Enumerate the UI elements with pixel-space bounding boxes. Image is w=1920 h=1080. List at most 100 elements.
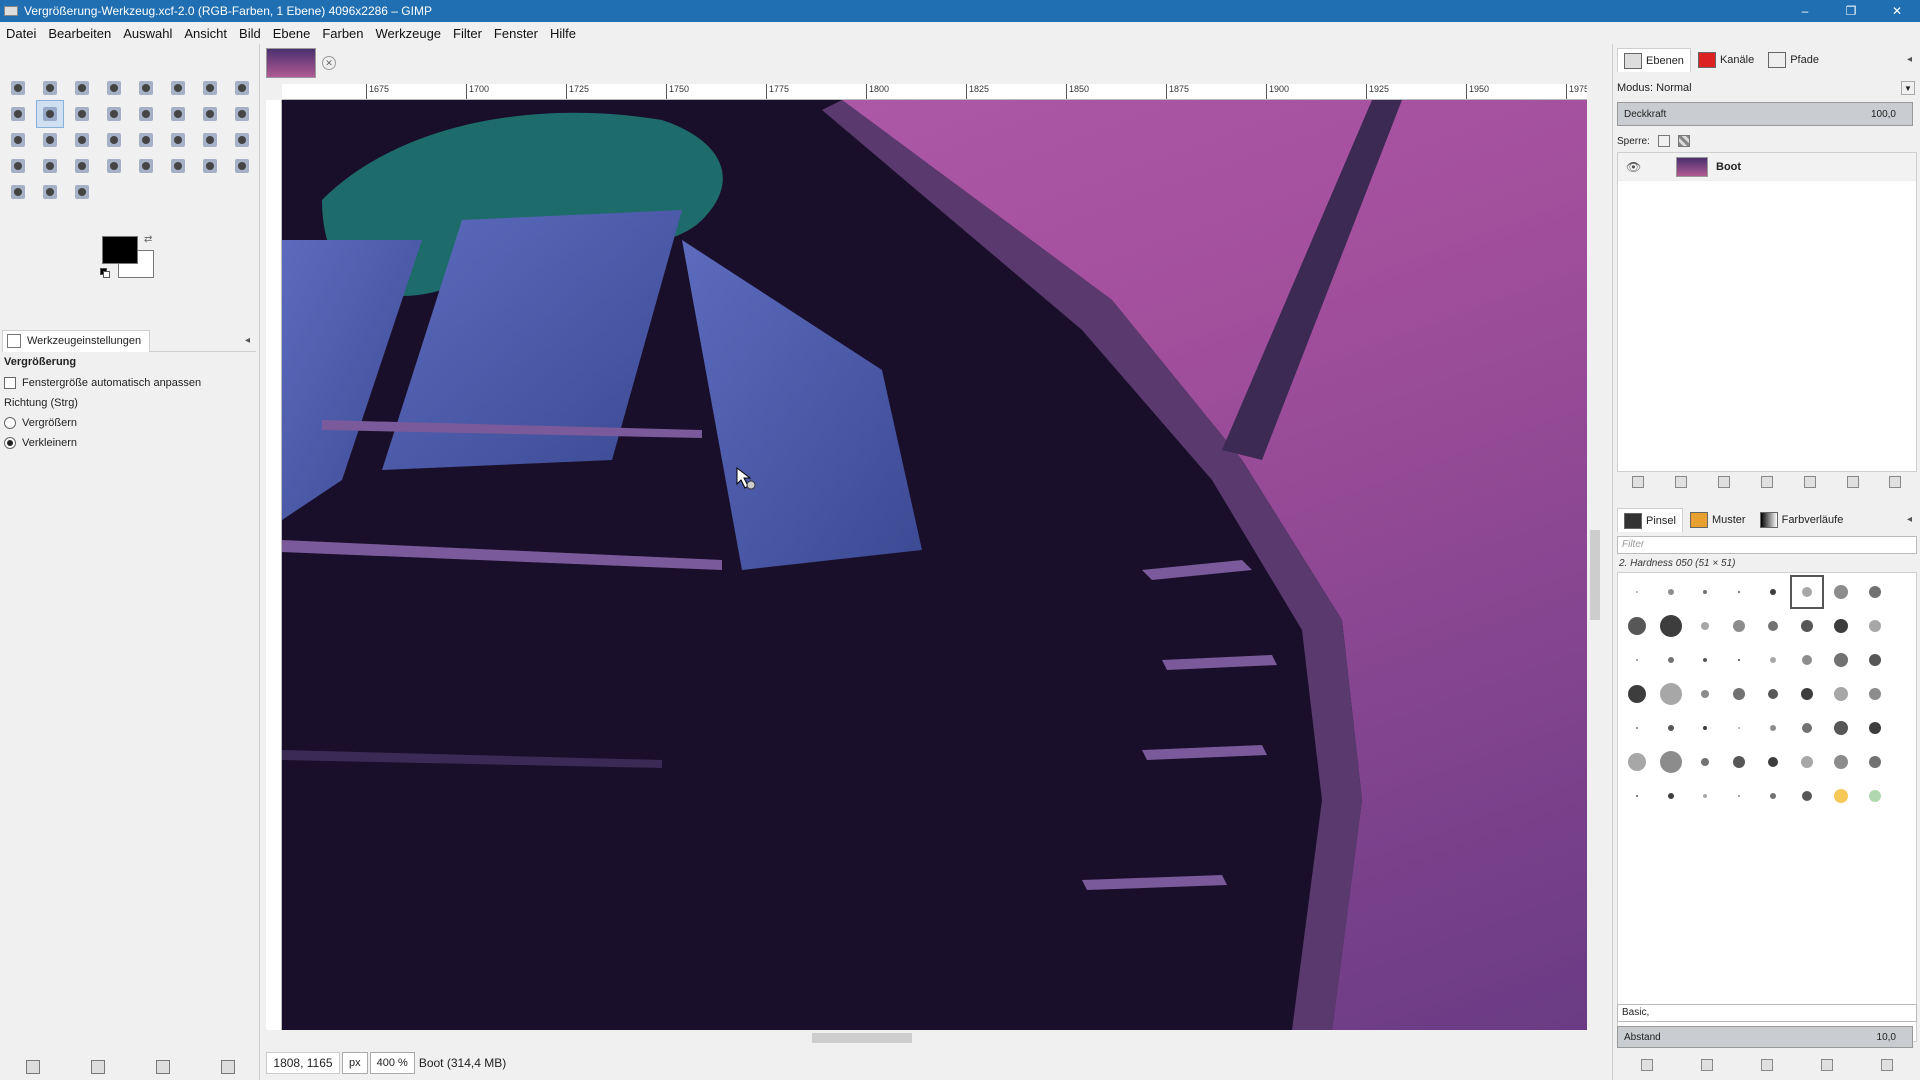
eraser-tool-icon[interactable] — [68, 152, 96, 180]
brush-preset-select[interactable]: Basic, — [1617, 1004, 1917, 1022]
gradient-tool-icon[interactable] — [228, 126, 256, 154]
panel-menu-icon[interactable]: ◂ — [1907, 54, 1912, 65]
zoom-tool-icon[interactable] — [36, 100, 64, 128]
menu-hilfe[interactable]: Hilfe — [544, 26, 582, 41]
brush-preset-cell[interactable] — [1654, 711, 1688, 745]
airbrush-tool-icon[interactable] — [100, 152, 128, 180]
dodge-burn-tool-icon[interactable] — [68, 178, 96, 206]
ink-tool-icon[interactable] — [132, 152, 160, 180]
brush-preset-cell[interactable] — [1722, 745, 1756, 779]
brush-preset-cell[interactable] — [1756, 745, 1790, 779]
brush-preset-cell[interactable] — [1688, 643, 1722, 677]
color-picker-tool-icon[interactable] — [4, 100, 32, 128]
brush-preset-cell[interactable] — [1790, 677, 1824, 711]
by-color-select-tool-icon[interactable] — [132, 74, 160, 102]
anchor-layer-icon[interactable] — [1846, 476, 1859, 488]
paintbrush-tool-icon[interactable] — [36, 152, 64, 180]
blur-tool-icon[interactable] — [4, 178, 32, 206]
brush-preset-cell[interactable] — [1756, 575, 1790, 609]
brush-preset-cell[interactable] — [1858, 575, 1892, 609]
brush-preset-cell[interactable] — [1858, 643, 1892, 677]
brush-preset-cell[interactable] — [1722, 711, 1756, 745]
brush-preset-cell[interactable] — [1654, 779, 1688, 813]
image-canvas[interactable] — [282, 100, 1587, 1030]
zoom-select[interactable]: 400 % — [369, 1052, 415, 1074]
smudge-tool-icon[interactable] — [36, 178, 64, 206]
brush-preset-cell[interactable] — [1756, 779, 1790, 813]
brush-preset-cell[interactable] — [1858, 677, 1892, 711]
image-thumbnail[interactable] — [266, 48, 316, 78]
lock-alpha-icon[interactable] — [1677, 135, 1690, 147]
spacing-slider[interactable]: Abstand 10,0 — [1617, 1026, 1913, 1048]
brush-preset-cell[interactable] — [1756, 711, 1790, 745]
minimize-button[interactable]: – — [1782, 0, 1828, 22]
menu-ansicht[interactable]: Ansicht — [178, 26, 233, 41]
paths-tool-icon[interactable] — [228, 74, 256, 102]
tab-patterns[interactable]: Muster — [1683, 508, 1753, 532]
brush-preset-cell[interactable] — [1620, 643, 1654, 677]
brush-preset-cell[interactable] — [1790, 779, 1824, 813]
lock-pixels-icon[interactable] — [1657, 135, 1670, 147]
brush-preset-cell[interactable] — [1858, 779, 1892, 813]
flip-tool-icon[interactable] — [100, 126, 128, 154]
brush-preset-cell[interactable] — [1688, 609, 1722, 643]
measure-tool-icon[interactable] — [68, 100, 96, 128]
brush-preset-cell[interactable] — [1654, 745, 1688, 779]
unit-select[interactable]: px — [342, 1052, 368, 1074]
brush-preset-cell[interactable] — [1620, 677, 1654, 711]
brush-preset-cell[interactable] — [1790, 643, 1824, 677]
layer-row[interactable]: 👁 Boot — [1618, 153, 1916, 181]
pencil-tool-icon[interactable] — [4, 152, 32, 180]
brush-preset-cell[interactable] — [1824, 711, 1858, 745]
brush-preset-cell[interactable] — [1858, 609, 1892, 643]
brush-preset-cell[interactable] — [1688, 677, 1722, 711]
raise-layer-icon[interactable] — [1718, 476, 1731, 488]
opacity-slider[interactable]: Deckkraft 100,0 — [1617, 102, 1913, 126]
brush-preset-cell[interactable] — [1722, 677, 1756, 711]
menu-farben[interactable]: Farben — [316, 26, 369, 41]
zoom-out-option[interactable]: Verkleinern — [4, 434, 254, 452]
horizontal-ruler[interactable]: 1675 1700 1725 1750 1775 1800 1825 1850 1875 1900… — [282, 84, 1587, 100]
brush-preset-cell[interactable] — [1824, 609, 1858, 643]
tab-gradients[interactable]: Farbverläufe — [1753, 508, 1851, 532]
brush-preset-cell[interactable] — [1688, 745, 1722, 779]
menu-fenster[interactable]: Fenster — [488, 26, 544, 41]
menu-ebene[interactable]: Ebene — [267, 26, 317, 41]
horizontal-scroll-thumb[interactable] — [812, 1033, 912, 1043]
lower-layer-icon[interactable] — [1760, 476, 1773, 488]
brush-preset-cell[interactable] — [1654, 643, 1688, 677]
zoom-in-option[interactable]: Vergrößern — [4, 414, 254, 432]
menu-auswahl[interactable]: Auswahl — [117, 26, 178, 41]
brush-preset-cell[interactable] — [1722, 575, 1756, 609]
brush-preset-cell[interactable] — [1688, 711, 1722, 745]
shear-tool-icon[interactable] — [36, 126, 64, 154]
brush-preset-cell[interactable] — [1824, 745, 1858, 779]
menu-bearbeiten[interactable]: Bearbeiten — [42, 26, 117, 41]
brush-preset-cell[interactable] — [1824, 677, 1858, 711]
auto-resize-row[interactable]: Fenstergröße automatisch anpassen — [4, 374, 254, 392]
vertical-ruler[interactable] — [266, 100, 282, 1030]
crop-tool-icon[interactable] — [164, 100, 192, 128]
close-image-icon[interactable]: ✕ — [322, 56, 336, 70]
duplicate-brush-icon[interactable] — [1761, 1059, 1773, 1071]
move-tool-icon[interactable] — [100, 100, 128, 128]
reset-options-icon[interactable] — [220, 1060, 235, 1074]
menu-filter[interactable]: Filter — [447, 26, 488, 41]
vertical-scrollbar[interactable] — [1587, 100, 1603, 1030]
brush-preset-cell[interactable] — [1722, 779, 1756, 813]
mode-select[interactable]: Modus: Normal ▼ — [1617, 78, 1917, 98]
brush-preset-cell[interactable] — [1620, 609, 1654, 643]
menu-datei[interactable]: Datei — [0, 26, 42, 41]
vertical-scroll-thumb[interactable] — [1590, 530, 1600, 620]
bucket-fill-tool-icon[interactable] — [196, 126, 224, 154]
chevron-down-icon[interactable]: ▼ — [1901, 81, 1915, 95]
foreground-color-swatch[interactable] — [102, 236, 138, 264]
brush-preset-cell[interactable] — [1858, 711, 1892, 745]
brush-preset-cell[interactable] — [1620, 575, 1654, 609]
brush-preset-cell[interactable] — [1790, 745, 1824, 779]
refresh-brushes-icon[interactable] — [1881, 1059, 1893, 1071]
brush-preset-cell[interactable] — [1722, 609, 1756, 643]
save-options-icon[interactable] — [25, 1060, 40, 1074]
scale-tool-icon[interactable] — [4, 126, 32, 154]
brush-preset-cell[interactable] — [1654, 575, 1688, 609]
